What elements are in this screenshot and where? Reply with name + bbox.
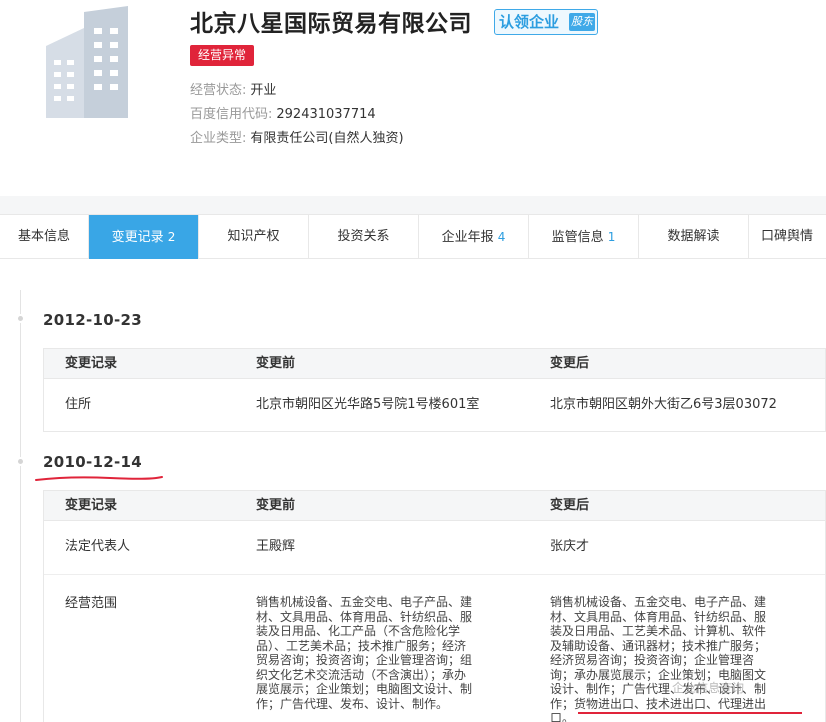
section-divider [0, 196, 826, 214]
tab-count: 4 [497, 230, 506, 244]
company-name: 北京八星国际贸易有限公司 [190, 11, 472, 37]
watermark-text: 企业信息查询 [672, 681, 745, 695]
record-date: 2010-12-14 [43, 453, 142, 471]
claim-enterprise-badge[interactable]: 认领企业 股东 [494, 9, 598, 35]
timeline-line [20, 290, 21, 722]
highlight-underline [578, 712, 802, 714]
claim-tag: 股东 [569, 13, 595, 31]
tab-count: 2 [167, 230, 176, 244]
claim-label: 认领企业 [499, 13, 560, 31]
row-after: 北京市朝阳区朝外大街乙6号3层03072 [550, 397, 777, 412]
table-row: 经营范围 销售机械设备、五金交电、电子产品、建 材、文具用品、体育用品、针纺织品… [44, 575, 825, 722]
row-before: 销售机械设备、五金交电、电子产品、建 材、文具用品、体育用品、针纺织品、服 装及… [256, 595, 473, 711]
info-value: 292431037714 [276, 107, 376, 122]
record-date: 2012-10-23 [43, 311, 142, 329]
change-table: 变更记录 变更前 变更后 住所 北京市朝阳区光华路5号院1号楼601室 北京市朝… [43, 348, 826, 432]
info-label: 企业类型: [190, 131, 247, 146]
tab-intellectual-property[interactable]: 知识产权 [199, 215, 309, 259]
col-header-after: 变更后 [550, 356, 590, 371]
info-status: 经营状态: 开业 [190, 79, 276, 98]
tab-data-analysis[interactable]: 数据解读 [639, 215, 749, 259]
info-company-type: 企业类型: 有限责任公司(自然人独资) [190, 127, 404, 146]
row-item: 法定代表人 [65, 539, 131, 554]
tab-reputation[interactable]: 口碑舆情 [749, 215, 816, 259]
col-header-after: 变更后 [550, 498, 590, 513]
row-after: 张庆才 [550, 539, 590, 554]
row-item: 经营范围 [65, 596, 118, 611]
col-header-before: 变更前 [256, 498, 296, 513]
timeline-dot [16, 314, 25, 323]
info-label: 百度信用代码: [190, 107, 273, 122]
col-header-item: 变更记录 [65, 356, 118, 371]
tab-count: 1 [607, 230, 616, 244]
tab-investment[interactable]: 投资关系 [309, 215, 419, 259]
tab-change-records[interactable]: 变更记录 2 [89, 215, 199, 259]
info-label: 经营状态: [190, 83, 247, 98]
info-value: 有限责任公司(自然人独资) [250, 131, 404, 146]
row-before: 王殿辉 [256, 539, 296, 554]
table-row: 法定代表人 王殿辉 张庆才 [44, 521, 825, 575]
info-credit-code: 百度信用代码: 292431037714 [190, 103, 376, 122]
row-item: 住所 [65, 397, 92, 412]
table-header: 变更记录 变更前 变更后 [44, 349, 825, 379]
abnormal-operation-badge[interactable]: 经营异常 [190, 45, 254, 66]
tab-bar: 基本信息 变更记录 2 知识产权 投资关系 企业年报 4 监管信息 1 数据解读 口碑… [0, 214, 826, 259]
info-value: 开业 [250, 83, 277, 98]
company-logo-building-icon [46, 6, 128, 118]
tab-basic-info[interactable]: 基本信息 [0, 215, 89, 259]
col-header-before: 变更前 [256, 356, 296, 371]
table-row: 住所 北京市朝阳区光华路5号院1号楼601室 北京市朝阳区朝外大街乙6号3层03… [44, 379, 825, 431]
col-header-item: 变更记录 [65, 498, 118, 513]
row-after: 销售机械设备、五金交电、电子产品、建 材、文具用品、体育用品、针纺织品、服 装及… [550, 595, 767, 722]
tab-annual-report[interactable]: 企业年报 4 [419, 215, 529, 259]
tab-regulatory[interactable]: 监管信息 1 [529, 215, 639, 259]
row-before: 北京市朝阳区光华路5号院1号楼601室 [256, 397, 480, 412]
timeline-dot [16, 457, 25, 466]
table-header: 变更记录 变更前 变更后 [44, 491, 825, 521]
